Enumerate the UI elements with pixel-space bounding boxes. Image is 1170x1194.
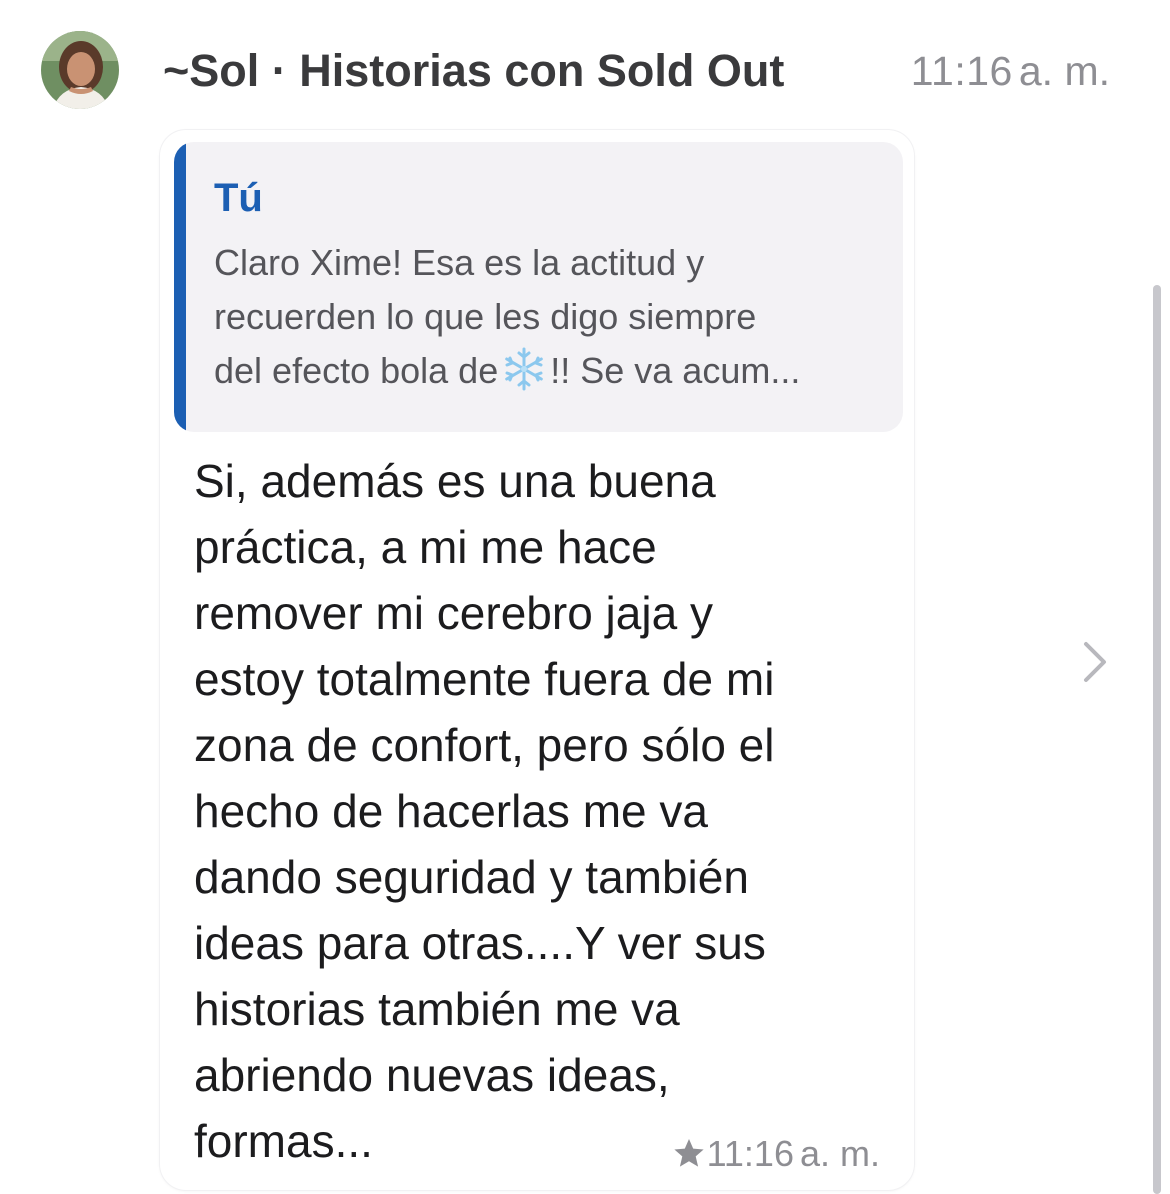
- message-text: Si, además es una buena práctica, a mi m…: [194, 448, 894, 1174]
- message-line: zona de confort, pero sólo el: [194, 719, 775, 771]
- star-icon: [673, 1139, 704, 1167]
- chevron-right-icon[interactable]: [1080, 640, 1110, 684]
- message-line: abriendo nuevas ideas,: [194, 1049, 670, 1101]
- snowflake-icon: [505, 347, 544, 391]
- message-line: dando seguridad y también: [194, 851, 749, 903]
- message-line: estoy totalmente fuera de mi: [194, 653, 775, 705]
- header-time: 11:16: [910, 48, 1013, 94]
- header-ampm: a. m.: [1018, 48, 1110, 94]
- chat-header-title: ~Sol · Historias con Sold Out: [163, 45, 785, 96]
- quote-accent-bar: [174, 142, 186, 432]
- message-ampm: a. m.: [799, 1133, 880, 1174]
- message-line: práctica, a mi me hace: [194, 521, 657, 573]
- message-line: remover mi cerebro jaja y: [194, 587, 713, 639]
- quote-author: Tú: [214, 176, 263, 220]
- message-line: ideas para otras....Y ver sus: [194, 917, 766, 969]
- quoted-message[interactable]: Tú Claro Xime! Esa es la actitud y recue…: [174, 142, 903, 432]
- chat-screen: ~Sol · Historias con Sold Out 11:16 a. m.…: [0, 0, 1170, 1194]
- person-avatar-icon: [41, 31, 119, 109]
- message-line: historias también me va: [194, 983, 680, 1035]
- message-bubble[interactable]: Tú Claro Xime! Esa es la actitud y recue…: [160, 130, 914, 1190]
- message-time: 11:16: [706, 1133, 794, 1174]
- header-timestamp: 11:16 a. m.: [911, 42, 1110, 100]
- message-line: Si, además es una buena: [194, 455, 716, 507]
- scrollbar[interactable]: [1153, 285, 1161, 1194]
- quote-line: Claro Xime! Esa es la actitud y: [214, 242, 705, 283]
- avatar[interactable]: [41, 31, 119, 109]
- message-line: hecho de hacerlas me va: [194, 785, 708, 837]
- quote-line-part: !! Se va acum...: [550, 350, 801, 391]
- quote-text: Claro Xime! Esa es la actitud y recuerde…: [214, 236, 894, 398]
- quote-line-with-emoji: del efecto bola de !! Se va acum...: [214, 344, 894, 398]
- message-timestamp: 11:16 a. m.: [673, 1132, 880, 1176]
- quote-line-part: del efecto bola de: [214, 350, 499, 391]
- quote-line: recuerden lo que les digo siempre: [214, 296, 757, 337]
